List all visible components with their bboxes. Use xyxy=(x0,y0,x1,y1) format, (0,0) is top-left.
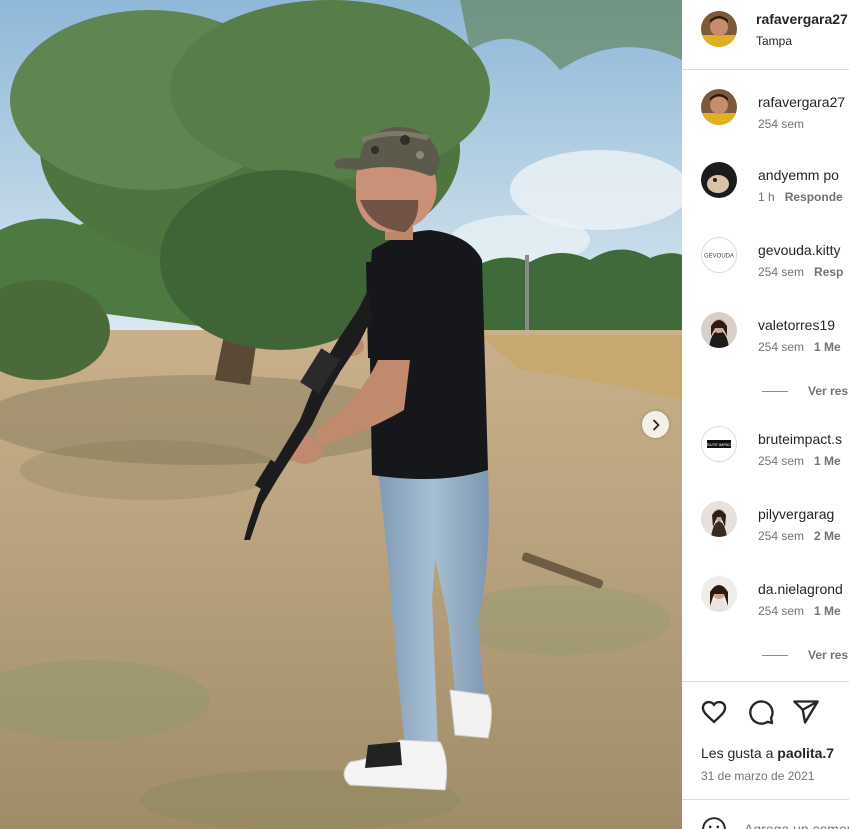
share-icon xyxy=(793,700,819,724)
heart-icon xyxy=(701,700,727,724)
post-location[interactable]: Tampa xyxy=(756,34,792,48)
avatar[interactable]: BRUTE IMPACT xyxy=(701,426,737,462)
avatar[interactable] xyxy=(701,11,737,47)
reply-button[interactable]: Responde xyxy=(785,190,843,204)
view-replies-label: Ver res xyxy=(808,384,849,398)
view-replies-button[interactable]: Ver res xyxy=(762,648,848,662)
comment-meta: 254 sem Resp xyxy=(758,265,843,279)
comment-time: 254 sem xyxy=(758,529,805,543)
share-button[interactable] xyxy=(792,698,820,726)
avatar[interactable] xyxy=(701,312,737,348)
comment-likes[interactable]: 1 Me xyxy=(814,340,841,354)
comment-icon xyxy=(749,700,774,725)
comment-time: 1 h xyxy=(758,190,775,204)
comment-time: 254 sem xyxy=(758,340,805,354)
add-comment-input[interactable] xyxy=(742,820,849,829)
comment-likes[interactable]: 2 Me xyxy=(814,529,841,543)
comment-username[interactable]: rafavergara27 xyxy=(758,94,845,110)
reply-button[interactable]: Resp xyxy=(814,265,843,279)
like-button[interactable] xyxy=(700,698,728,726)
liker-username[interactable]: paolita.7 xyxy=(777,745,834,761)
comment-username[interactable]: andyemm xyxy=(758,167,819,183)
comment-username[interactable]: gevouda.kitty xyxy=(758,242,841,258)
divider xyxy=(762,391,788,393)
comment-body: po xyxy=(823,167,839,183)
post-author-username[interactable]: rafavergara27 xyxy=(756,11,848,27)
comment-username[interactable]: pilyvergarag xyxy=(758,506,834,522)
add-comment-bar xyxy=(682,799,849,829)
view-replies-label: Ver res xyxy=(808,648,849,662)
comment-meta: 254 sem 1 Me xyxy=(758,454,841,468)
post-photo xyxy=(0,0,682,829)
post-sidebar: rafavergara27 Tampa rafavergara27 254 se… xyxy=(682,0,849,829)
photo-image xyxy=(0,0,682,829)
avatar[interactable] xyxy=(701,501,737,537)
next-photo-button[interactable] xyxy=(642,411,669,438)
chevron-right-icon xyxy=(652,419,659,430)
comment-button[interactable] xyxy=(747,698,775,726)
comment-meta: 254 sem 2 Me xyxy=(758,529,841,543)
comment-meta: 1 h Responde xyxy=(758,190,843,204)
comment-meta: 254 sem 1 Me xyxy=(758,604,841,618)
comment-meta: 254 sem 1 Me xyxy=(758,340,841,354)
comment-username[interactable]: da.nielagrond xyxy=(758,581,843,597)
comment-time: 254 sem xyxy=(758,454,805,468)
post-date: 31 de marzo de 2021 xyxy=(701,769,815,783)
comment-time: 254 sem xyxy=(758,117,805,131)
avatar[interactable] xyxy=(701,576,737,612)
likes-summary: Les gusta a paolita.7 xyxy=(701,745,834,761)
avatar[interactable]: GEVOUDA xyxy=(701,237,737,273)
divider xyxy=(762,655,788,657)
comment-time: 254 sem xyxy=(758,604,805,618)
comment-username[interactable]: valetorres19 xyxy=(758,317,835,333)
avatar[interactable] xyxy=(701,162,737,198)
post-actions: Les gusta a paolita.7 31 de marzo de 202… xyxy=(682,681,849,800)
comment-username[interactable]: bruteimpact.s xyxy=(758,431,842,447)
post-header: rafavergara27 Tampa xyxy=(682,0,849,70)
comments-list: rafavergara27 254 sem andyemm po 1 h Resp… xyxy=(682,70,849,681)
comment-likes[interactable]: 1 Me xyxy=(814,454,841,468)
emoji-icon[interactable] xyxy=(701,816,727,829)
likes-prefix: Les gusta a xyxy=(701,745,778,761)
view-replies-button[interactable]: Ver res xyxy=(762,384,848,398)
avatar-logo-text: BRUTE IMPACT xyxy=(704,442,734,447)
comment-text: andyemm po xyxy=(758,167,839,183)
avatar-logo-text: GEVOUDA xyxy=(704,254,734,260)
comment-likes[interactable]: 1 Me xyxy=(814,604,841,618)
comment-time: 254 sem xyxy=(758,265,805,279)
avatar[interactable] xyxy=(701,89,737,125)
